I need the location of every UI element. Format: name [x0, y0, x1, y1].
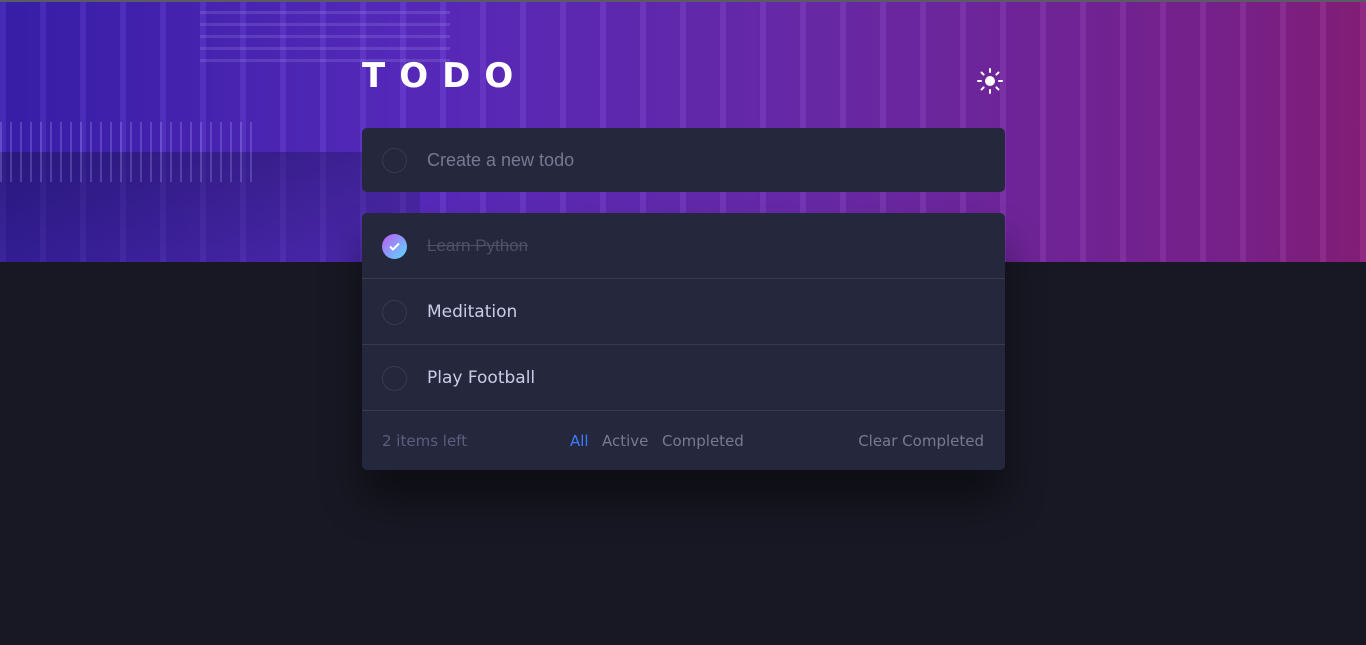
todo-item[interactable]: Play Football	[362, 345, 1005, 411]
todo-checkbox-checked[interactable]	[382, 233, 407, 259]
todo-text: Meditation	[427, 301, 518, 322]
window-top-border	[0, 0, 1366, 2]
items-left-count: 2 items left	[382, 431, 468, 450]
new-todo-card	[362, 128, 1005, 192]
page-title: TODO	[362, 56, 528, 96]
filter-all[interactable]: All	[570, 432, 589, 450]
new-todo-checkbox[interactable]	[382, 148, 407, 173]
theme-toggle-button[interactable]	[975, 66, 1005, 96]
todo-list: Learn Python Meditation Play Football 2 …	[362, 213, 1005, 470]
todo-text: Play Football	[427, 367, 536, 388]
todo-text: Learn Python	[427, 235, 529, 255]
filter-active[interactable]: Active	[602, 432, 648, 450]
todo-checkbox[interactable]	[382, 299, 407, 325]
check-icon	[389, 242, 400, 251]
todo-footer: 2 items left All Active Completed Clear …	[362, 411, 1005, 470]
todo-item[interactable]: Learn Python	[362, 213, 1005, 279]
background-railing	[0, 122, 260, 182]
new-todo-input[interactable]	[427, 148, 967, 172]
clear-completed-button[interactable]: Clear Completed	[858, 432, 984, 450]
todo-item[interactable]: Meditation	[362, 279, 1005, 345]
filter-completed[interactable]: Completed	[662, 432, 744, 450]
sun-icon	[977, 68, 1003, 94]
todo-checkbox[interactable]	[382, 365, 407, 391]
background-ceiling	[200, 2, 450, 62]
